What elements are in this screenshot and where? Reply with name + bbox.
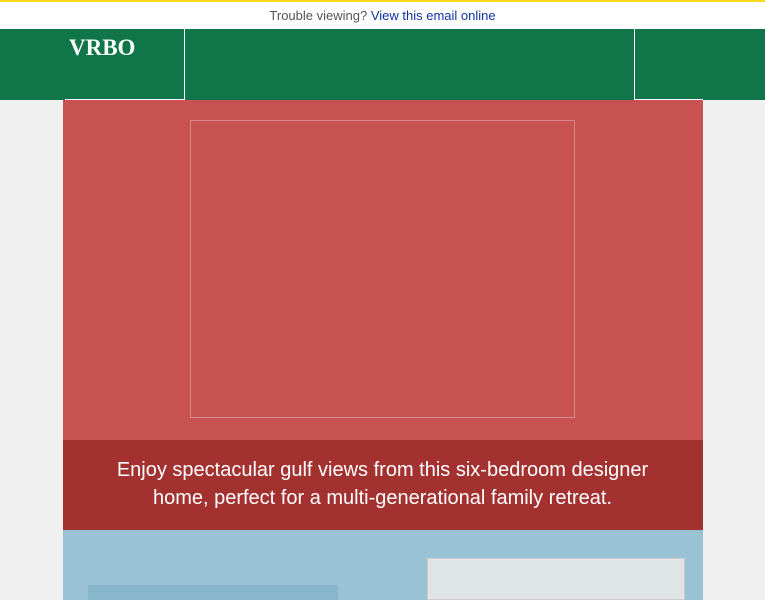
preheader-bar: Trouble viewing? View this email online (0, 2, 765, 29)
hero-caption-bar: Enjoy spectacular gulf views from this s… (63, 440, 703, 530)
hero-caption: Enjoy spectacular gulf views from this s… (91, 456, 675, 512)
content-wrap: Enjoy spectacular gulf views from this s… (63, 100, 703, 600)
logo: VRBO (69, 35, 135, 61)
header-right-cell[interactable] (634, 29, 703, 100)
image-placeholder (190, 120, 575, 418)
secondary-section (63, 530, 703, 600)
hero-image-area (63, 100, 703, 440)
header-bar: VRBO (0, 29, 765, 100)
logo-cell[interactable]: VRBO (65, 29, 185, 100)
preheader-text: Trouble viewing? (269, 8, 370, 23)
secondary-left-block (88, 585, 338, 600)
view-online-link[interactable]: View this email online (371, 8, 496, 23)
